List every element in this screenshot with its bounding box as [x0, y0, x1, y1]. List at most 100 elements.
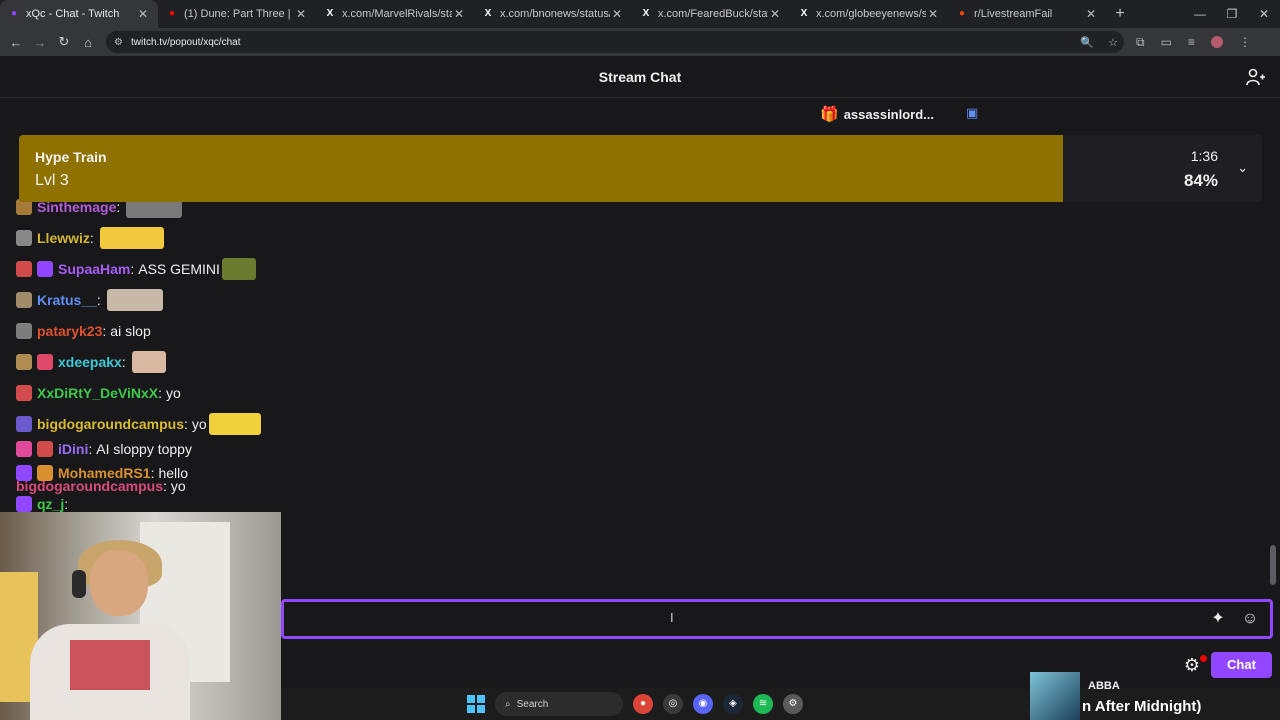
extensions-icon[interactable]: ⧉ — [1136, 35, 1145, 50]
chat-separator: : — [163, 478, 167, 494]
chat-message: pataryk23: ai slop — [16, 320, 151, 342]
reload-icon[interactable]: ↻ — [52, 34, 76, 50]
start-icon[interactable] — [467, 695, 485, 713]
chrome-icon[interactable]: ● — [633, 694, 653, 714]
chat-badge-icon[interactable] — [37, 261, 53, 277]
chat-separator: : — [102, 323, 107, 339]
tab-title: xQc - Chat - Twitch — [26, 8, 120, 20]
discord-icon[interactable]: ◉ — [693, 694, 713, 714]
back-icon[interactable]: ← — [4, 35, 28, 50]
screen: ● xQc - Chat - Twitch ✕ ● (1) Dune: Part Thr… — [0, 0, 1280, 720]
chat-badge-icon[interactable] — [16, 261, 32, 277]
browser-tab[interactable]: ● xQc - Chat - Twitch ✕ — [0, 0, 158, 28]
chat-input-box[interactable]: I ✦ ☺ — [281, 599, 1273, 639]
chat-badge-icon[interactable] — [16, 441, 32, 457]
chat-badge-icon[interactable] — [16, 416, 32, 432]
hype-train-timer: 1:36 — [1190, 148, 1218, 164]
twitch-icon: ● — [10, 8, 18, 19]
close-tab-icon[interactable]: ✕ — [136, 7, 150, 21]
browser-tab[interactable]: Xx.com/FearedBuck/status/2033✕ — [632, 0, 790, 28]
chat-username[interactable]: xdeepakx — [58, 354, 122, 370]
browser-tab[interactable]: Xx.com/MarvelRivals/status/2033✕ — [316, 0, 474, 28]
spotify-icon[interactable]: ≋ — [753, 694, 773, 714]
chat-username[interactable]: bigdogaroundcampus — [16, 478, 163, 494]
chat-message: Kratus__: — [16, 289, 163, 311]
site-info-icon[interactable]: ⚙ — [114, 37, 123, 48]
x-icon: X — [642, 8, 650, 19]
chat-badge-icon[interactable] — [16, 385, 32, 401]
close-tab-icon[interactable]: ✕ — [768, 7, 782, 21]
browser-tab[interactable]: Xx.com/globeeyenews/status/20✕ — [790, 0, 948, 28]
chat-username[interactable]: pataryk23 — [37, 323, 102, 339]
forward-icon[interactable]: → — [28, 35, 52, 50]
hype-train-progress-fill — [19, 135, 1064, 202]
emote-picker-icon[interactable]: ☺ — [1238, 607, 1262, 631]
minimize-icon[interactable]: — — [1184, 0, 1216, 28]
streamer-face — [90, 550, 148, 616]
close-tab-icon[interactable]: ✕ — [452, 7, 466, 21]
chat-message: iDini: AI sloppy toppy — [16, 438, 192, 460]
settings-app-icon[interactable]: ⚙ — [783, 694, 803, 714]
scrollbar[interactable] — [1270, 545, 1276, 585]
home-icon[interactable]: ⌂ — [76, 35, 100, 50]
x-icon: X — [484, 8, 492, 19]
search-icon: ⌕ — [505, 698, 511, 710]
tab-title: (1) Dune: Part Three | Official Te — [184, 8, 294, 20]
close-tab-icon[interactable]: ✕ — [1084, 7, 1098, 21]
bits-icon[interactable]: ✦ — [1206, 607, 1230, 631]
chat-emote[interactable] — [221, 258, 256, 280]
hype-train-banner[interactable]: Hype Train Lvl 3 1:36 84% ⌄ — [19, 135, 1262, 202]
close-tab-icon[interactable]: ✕ — [610, 7, 624, 21]
chevron-down-icon[interactable]: ⌄ — [1237, 160, 1248, 176]
chat-username[interactable]: qz_j — [37, 496, 64, 512]
notification-dot — [1200, 655, 1207, 662]
now-playing-widget[interactable]: ABBA n After Midnight) — [1030, 672, 1280, 720]
chat-username[interactable]: SupaaHam — [58, 261, 130, 277]
close-window-icon[interactable]: ✕ — [1248, 0, 1280, 28]
chat-username[interactable]: iDini — [58, 441, 88, 457]
browser-tab[interactable]: ● (1) Dune: Part Three | Official Te✕ — [158, 0, 316, 28]
bookmark-star-icon[interactable]: ☆ — [1108, 36, 1118, 49]
youtube-icon: ● — [168, 8, 176, 19]
new-tab-button[interactable]: + — [1106, 5, 1134, 23]
obs-icon[interactable]: ◎ — [663, 694, 683, 714]
chat-input[interactable] — [284, 603, 1206, 635]
gift-bar: 🎁 assassinlord... ▣ — [0, 99, 1280, 129]
browser-tab[interactable]: ● r/LivestreamFail ✕ — [948, 0, 1106, 28]
chat-username[interactable]: XxDiRtY_DeViNxX — [37, 385, 158, 401]
close-tab-icon[interactable]: ✕ — [926, 7, 940, 21]
chat-badge-icon[interactable] — [37, 354, 53, 370]
maximize-icon[interactable]: ❐ — [1216, 0, 1248, 28]
chat-badge-icon[interactable] — [16, 496, 32, 512]
tab-strip: ● xQc - Chat - Twitch ✕ ● (1) Dune: Part Thr… — [0, 0, 1280, 28]
browser-tab[interactable]: Xx.com/bnonews/status/203390✕ — [474, 0, 632, 28]
chat-username[interactable]: Kratus__ — [37, 292, 97, 308]
steam-icon[interactable]: ◈ — [723, 694, 743, 714]
taskbar-search[interactable]: ⌕ Search — [495, 692, 623, 716]
chat-badge-icon[interactable] — [16, 323, 32, 339]
chat-badge-icon[interactable] — [16, 292, 32, 308]
menu-icon[interactable]: ⋮ — [1239, 35, 1251, 49]
chat-emote[interactable] — [208, 413, 261, 435]
chat-badge-icon[interactable] — [16, 354, 32, 370]
chat-messages: Sinthemage: Llewwiz: SupaaHam: ASS GEMINI Kr… — [0, 196, 300, 516]
community-icon[interactable] — [1246, 68, 1266, 86]
tab-title: x.com/bnonews/status/203390 — [500, 8, 610, 20]
chat-separator: : — [89, 230, 94, 246]
chat-emote[interactable] — [106, 289, 163, 311]
chat-badge-icon[interactable] — [37, 441, 53, 457]
close-tab-icon[interactable]: ✕ — [294, 7, 308, 21]
taskbar-search-label: Search — [516, 698, 549, 710]
url-input[interactable]: ⚙ twitch.tv/popout/xqc/chat 🔍 ☆ — [106, 31, 1124, 53]
tab-search-icon[interactable]: ≡ — [1188, 35, 1195, 49]
chat-badge-icon[interactable] — [16, 230, 32, 246]
chat-emote[interactable] — [131, 351, 166, 373]
top-gifter[interactable]: 🎁 assassinlord... — [820, 105, 934, 123]
chat-username[interactable]: bigdogaroundcampus — [37, 416, 184, 432]
cast-icon[interactable]: ▭ — [1161, 35, 1172, 49]
chat-username[interactable]: Llewwiz — [37, 230, 90, 246]
chat-emote[interactable] — [99, 227, 164, 249]
chat-text: yo — [166, 385, 181, 401]
zoom-icon[interactable]: 🔍 — [1080, 36, 1094, 49]
profile-avatar[interactable] — [1210, 36, 1223, 48]
